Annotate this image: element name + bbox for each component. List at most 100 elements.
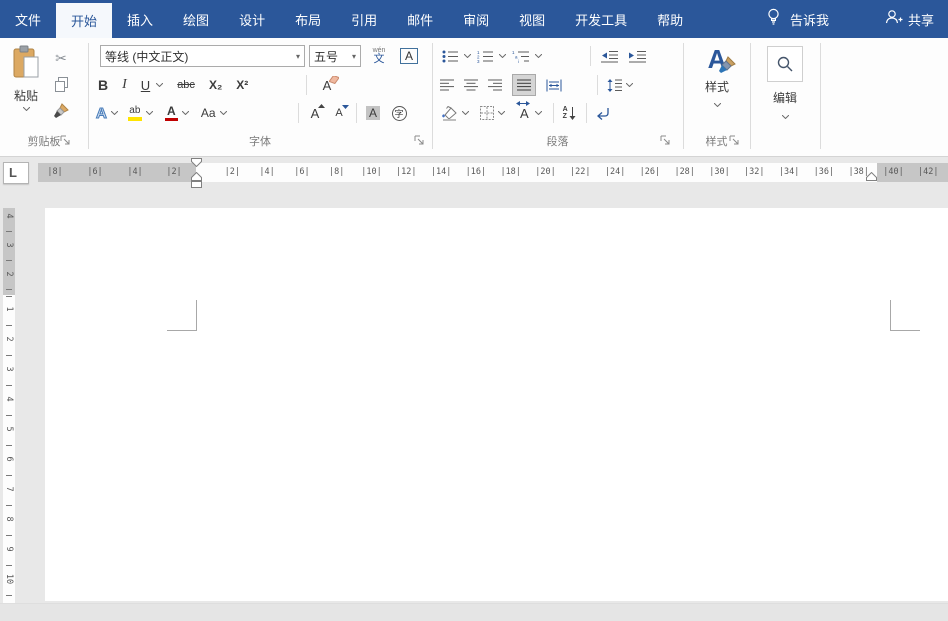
enclose-characters-button[interactable]: 字 (386, 101, 412, 125)
decrease-indent-button[interactable] (596, 44, 622, 68)
ruler-number: |26| (640, 163, 660, 182)
ruler-tick (6, 475, 12, 476)
increase-indent-icon (628, 50, 646, 63)
ruler-number: 2 (4, 268, 14, 280)
text-highlight-button[interactable]: ab (128, 106, 153, 121)
borders-button[interactable] (480, 106, 505, 120)
styles-button[interactable]: A 样式 (693, 46, 741, 107)
text-boundary-corner-mark-left (167, 300, 197, 331)
first-line-indent-marker[interactable] (191, 158, 202, 167)
tab-file[interactable]: 文件 (0, 0, 56, 38)
numbering-button[interactable]: 1 2 3 (477, 50, 506, 63)
character-border-button[interactable]: A (396, 44, 422, 68)
superscript-button[interactable]: X² (236, 78, 248, 92)
font-size-value: 五号 (314, 48, 349, 65)
share-button[interactable]: 共享 (885, 9, 934, 30)
tab-mailings[interactable]: 邮件 (392, 0, 448, 38)
separator (298, 103, 299, 123)
ruler-number: |40| (883, 163, 903, 182)
tab-design[interactable]: 设计 (224, 0, 280, 38)
editing-button[interactable]: 编辑 (765, 46, 805, 119)
horizontal-scrollbar[interactable] (0, 603, 948, 621)
justify-button[interactable] (512, 74, 536, 96)
font-color-button[interactable]: A (165, 105, 189, 121)
asian-layout-button[interactable]: A (520, 106, 542, 121)
bullets-button[interactable] (442, 50, 471, 63)
ruler-tick (6, 296, 12, 297)
multilevel-list-button[interactable]: 1 a i (512, 50, 542, 63)
format-painter-icon (53, 103, 69, 122)
grow-font-icon: A (311, 106, 320, 121)
font-size-combobox[interactable]: 五号 ▾ (309, 45, 361, 67)
chevron-down-icon: ▾ (349, 52, 356, 61)
tab-view[interactable]: 视图 (504, 0, 560, 38)
horizontal-ruler[interactable]: |8||6||4||2||2||4||6||8||10||12||14||16|… (0, 163, 948, 182)
separator (306, 75, 307, 95)
clipboard-group: 粘贴 ✂ (0, 38, 88, 157)
numbering-icon: 1 2 3 (477, 50, 494, 63)
copy-button[interactable] (48, 74, 74, 98)
grow-font-button[interactable]: A (302, 101, 328, 125)
clear-formatting-button[interactable]: A (314, 73, 340, 97)
show-hide-marks-button[interactable] (595, 107, 610, 120)
separator (553, 103, 554, 123)
paste-button[interactable]: 粘贴 (6, 45, 46, 129)
bold-button[interactable]: B (98, 77, 108, 93)
font-name-combobox[interactable]: 等线 (中文正文) ▾ (100, 45, 305, 67)
ruler-number: 8 (4, 513, 14, 525)
titlebar-right: 告诉我 共享 (765, 0, 948, 38)
align-left-button[interactable] (440, 79, 454, 91)
document-page[interactable] (45, 208, 948, 601)
tell-me-button[interactable]: 告诉我 (790, 10, 829, 29)
tab-insert[interactable]: 插入 (112, 0, 168, 38)
tab-review[interactable]: 审阅 (448, 0, 504, 38)
distribute-text-button[interactable] (546, 79, 562, 92)
ruler-number: |18| (500, 163, 520, 182)
font-dialog-launcher-icon[interactable] (414, 135, 425, 146)
ruler-number: |2| (225, 163, 240, 182)
ruler-tick (6, 325, 12, 326)
underline-button[interactable]: U (141, 78, 163, 93)
ruler-number: 6 (4, 453, 14, 465)
tab-draw[interactable]: 绘图 (168, 0, 224, 38)
text-effects-button[interactable]: A (96, 105, 118, 122)
ruler-number: |34| (779, 163, 799, 182)
shading-button[interactable] (440, 106, 469, 121)
character-scaling-icon: A (520, 106, 529, 121)
tab-references[interactable]: 引用 (336, 0, 392, 38)
ruler-number: |36| (814, 163, 834, 182)
tab-home[interactable]: 开始 (56, 3, 112, 38)
change-case-button[interactable]: Aa (201, 106, 227, 120)
scissors-icon: ✂ (55, 50, 67, 67)
hanging-indent-marker[interactable] (191, 172, 202, 188)
phonetic-guide-button[interactable]: wén 文 (366, 44, 392, 68)
format-painter-button[interactable] (48, 100, 74, 124)
right-indent-marker[interactable] (866, 172, 877, 181)
ruler-number: 2 (4, 333, 14, 345)
italic-button[interactable]: I (122, 77, 127, 93)
share-person-icon (885, 9, 903, 30)
increase-indent-button[interactable] (624, 44, 650, 68)
tab-help[interactable]: 帮助 (642, 0, 698, 38)
ruler-number: |8| (47, 163, 62, 182)
subscript-button[interactable]: X₂ (209, 78, 222, 92)
align-center-button[interactable] (464, 79, 478, 91)
ruler-number: |4| (259, 163, 274, 182)
line-spacing-button[interactable] (602, 73, 638, 97)
sort-button[interactable]: A Z (563, 106, 576, 120)
paste-label: 粘贴 (14, 87, 38, 104)
strikethrough-button[interactable]: abc (177, 79, 195, 91)
character-shading-button[interactable]: A (360, 101, 386, 125)
tab-developer[interactable]: 开发工具 (560, 0, 642, 38)
copy-icon (54, 77, 69, 95)
svg-text:3: 3 (477, 59, 480, 63)
search-magnifier-icon (767, 46, 803, 82)
shrink-font-button[interactable]: A (326, 101, 352, 125)
paragraph-dialog-launcher-icon[interactable] (660, 135, 671, 146)
clipboard-dialog-launcher-icon[interactable] (60, 135, 71, 146)
tab-layout[interactable]: 布局 (280, 0, 336, 38)
cut-button[interactable]: ✂ (48, 46, 74, 70)
styles-dialog-launcher-icon[interactable] (729, 135, 740, 146)
ribbon-tab-bar: 文件开始插入绘图设计布局引用邮件审阅视图开发工具帮助 告诉我 共享 (0, 0, 948, 38)
align-right-button[interactable] (488, 79, 502, 91)
